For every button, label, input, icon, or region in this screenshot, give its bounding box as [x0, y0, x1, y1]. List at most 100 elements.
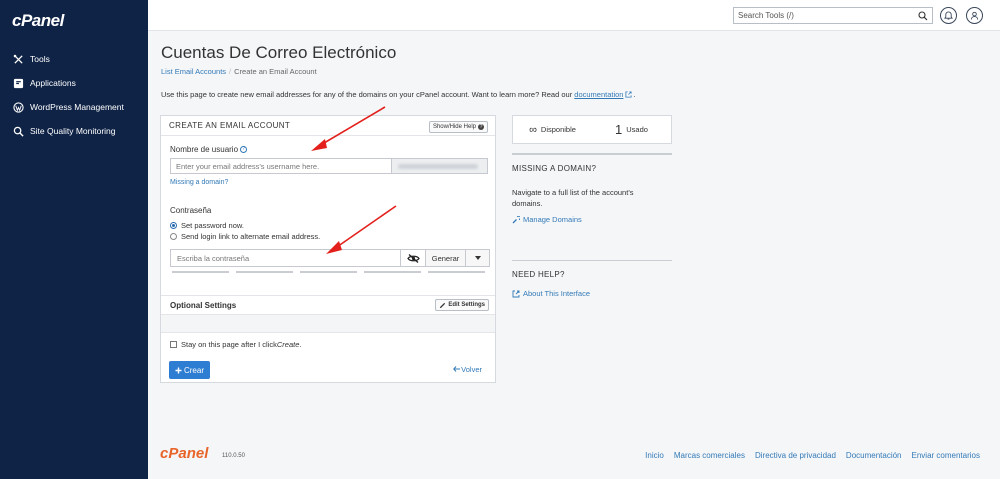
missing-domain-text: Navigate to a full list of the account's… — [512, 188, 634, 208]
search-icon[interactable] — [918, 11, 928, 21]
username-row: Enter your email address's username here… — [170, 158, 488, 174]
sidebar-item-label: WordPress Management — [30, 102, 124, 112]
stay-label-emphasis: Create — [276, 340, 300, 349]
breadcrumb-current: Create an Email Account — [234, 67, 317, 76]
radio-send-login-link[interactable]: Send login link to alternate email addre… — [170, 232, 320, 241]
strength-segment — [300, 271, 357, 273]
top-bar — [148, 0, 1000, 31]
radio-set-password[interactable]: Set password now. — [170, 221, 244, 230]
edit-settings-button[interactable]: Edit Settings — [435, 299, 489, 311]
used-label: Usado — [626, 125, 648, 134]
footer-cpanel-logo: cPanel — [160, 445, 209, 462]
about-interface-label: About This Interface — [523, 289, 590, 298]
intro-text-body: Use this page to create new email addres… — [161, 90, 575, 99]
page-title: Cuentas De Correo Electrónico — [161, 43, 397, 62]
user-icon — [970, 11, 979, 20]
plus-icon — [175, 367, 182, 373]
info-icon[interactable]: ? — [240, 146, 248, 154]
show-hide-help-button[interactable]: Show/Hide Help? — [428, 121, 488, 133]
about-interface-link[interactable]: About This Interface — [512, 289, 672, 298]
wrench-icon — [512, 215, 520, 223]
sidebar-item-label: Tools — [30, 54, 50, 64]
available-label: Disponible — [540, 125, 576, 134]
caret-down-icon — [474, 256, 481, 260]
search-input[interactable] — [734, 8, 914, 23]
stay-on-page-checkbox[interactable] — [170, 341, 177, 348]
intro-text: Use this page to create new email addres… — [161, 90, 636, 99]
divider — [512, 260, 672, 261]
footer-link-directiva-de-privacidad[interactable]: Directiva de privacidad — [755, 451, 836, 460]
arrow-left-icon — [453, 366, 461, 372]
missing-domain-link[interactable]: Missing a domain? — [170, 179, 228, 186]
radio-button[interactable] — [170, 233, 177, 240]
breadcrumb-separator: / — [229, 67, 232, 76]
intro-text-end: . — [633, 90, 636, 99]
sidebar-item-site-quality-monitoring[interactable]: Site Quality Monitoring — [0, 119, 148, 143]
strength-segment — [364, 271, 421, 273]
footer-link-inicio[interactable]: Inicio — [645, 451, 664, 460]
help-button-label: Show/Hide Help — [432, 124, 476, 130]
sidebar-item-applications[interactable]: Applications — [0, 71, 148, 95]
radio-label: Set password now. — [181, 221, 244, 230]
stay-label-end: . — [299, 340, 302, 349]
toggle-visibility-button[interactable] — [401, 249, 426, 267]
applications-icon — [12, 77, 24, 89]
main-content: Cuentas De Correo Electrónico List Email… — [148, 31, 1000, 479]
footer-link-enviar-comentarios[interactable]: Enviar comentarios — [912, 451, 980, 460]
stay-label: Stay on this page after I click — [181, 340, 277, 349]
footer-link-documentacion[interactable]: Documentación — [846, 451, 902, 460]
generate-options-dropdown[interactable] — [466, 249, 490, 267]
optional-settings-header: Optional Settings Edit Settings — [161, 295, 495, 315]
password-input[interactable]: Escriba la contraseña — [170, 249, 401, 267]
username-label-text: Nombre de usuario — [170, 145, 239, 154]
available-value: ∞ — [529, 123, 537, 136]
stay-on-page-option[interactable]: Stay on this page after I click Create. — [170, 340, 302, 349]
eye-slash-icon — [406, 253, 420, 263]
user-menu-button[interactable] — [966, 7, 983, 24]
notifications-button[interactable] — [940, 7, 957, 24]
sidebar: cPanel Tools Applications WordPress Mana… — [0, 0, 148, 479]
password-strength-meter — [172, 271, 485, 273]
manage-domains-link[interactable]: Manage Domains — [512, 215, 672, 224]
bell-icon — [944, 11, 953, 20]
missing-domain-title: MISSING A DOMAIN? — [512, 164, 597, 173]
question-icon: ? — [478, 124, 484, 130]
password-row: Escriba la contraseña Generar — [170, 249, 490, 267]
sidebar-item-wordpress-management[interactable]: WordPress Management — [0, 95, 148, 119]
account-stats: ∞ Disponible 1 Usado — [512, 115, 672, 144]
used-value: 1 — [615, 122, 623, 137]
back-link-label: Volver — [461, 365, 482, 374]
sidebar-item-label: Applications — [30, 78, 76, 88]
sidebar-item-label: Site Quality Monitoring — [30, 126, 116, 136]
need-help-panel: NEED HELP? About This Interface — [512, 260, 672, 298]
version-number: 110.0.50 — [222, 453, 245, 459]
username-input[interactable]: Enter your email address's username here… — [170, 158, 391, 174]
external-link-icon — [512, 290, 520, 297]
available-stat: ∞ Disponible — [513, 124, 592, 136]
cpanel-logo[interactable]: cPanel — [12, 11, 64, 31]
strength-segment — [236, 271, 293, 273]
back-link[interactable]: Volver — [453, 365, 482, 374]
manage-domains-label: Manage Domains — [523, 215, 582, 224]
strength-segment — [172, 271, 229, 273]
create-button[interactable]: Crear — [169, 361, 210, 379]
pencil-icon — [440, 302, 446, 308]
search-box — [733, 7, 933, 24]
optional-settings-title: Optional Settings — [170, 300, 237, 310]
create-email-panel: CREATE AN EMAIL ACCOUNT Show/Hide Help? … — [160, 115, 496, 383]
sidebar-nav: Tools Applications WordPress Management … — [0, 47, 148, 143]
sidebar-item-tools[interactable]: Tools — [0, 47, 148, 71]
radio-button[interactable] — [170, 222, 177, 229]
blurred-domain — [398, 163, 478, 169]
footer-links: Inicio Marcas comerciales Directiva de p… — [645, 451, 980, 460]
wordpress-icon — [12, 101, 24, 113]
breadcrumb-parent-link[interactable]: List Email Accounts — [161, 67, 226, 76]
optional-settings-body — [161, 315, 495, 333]
footer-link-marcas-comerciales[interactable]: Marcas comerciales — [674, 451, 745, 460]
tools-icon — [12, 53, 24, 65]
create-button-label: Crear — [183, 365, 204, 375]
domain-select[interactable] — [391, 158, 488, 174]
generate-password-button[interactable]: Generar — [426, 249, 466, 267]
search-icon — [12, 125, 24, 137]
documentation-link[interactable]: documentation — [574, 90, 623, 99]
